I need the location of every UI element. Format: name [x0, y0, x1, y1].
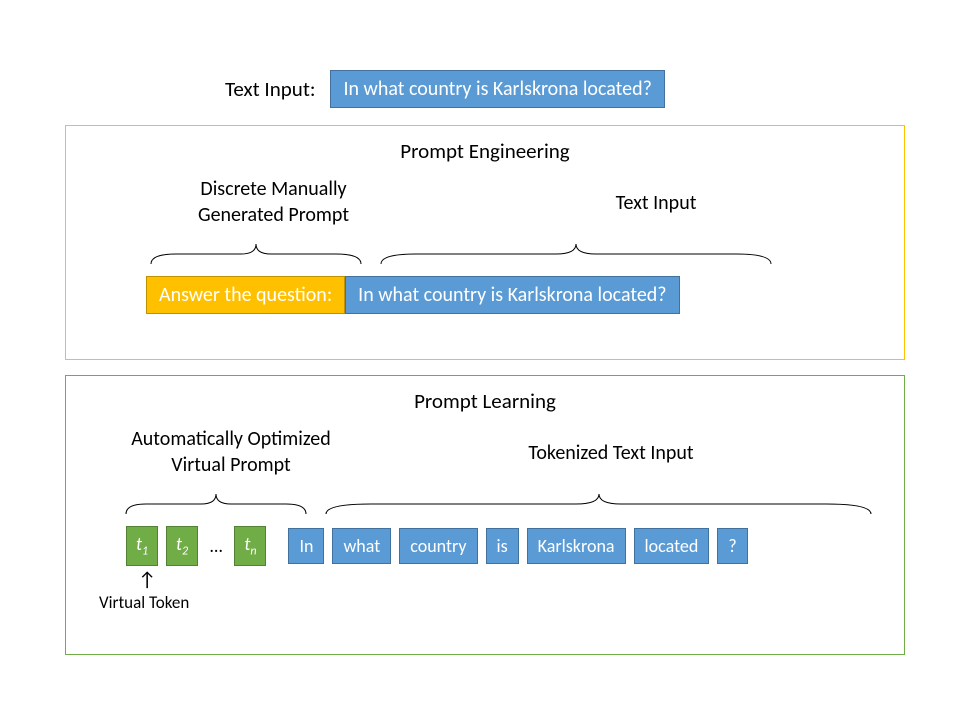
brace-icon: [121, 486, 311, 516]
virtual-token-arrow-label: Virtual Token: [99, 592, 189, 613]
tokenized-input-label: Tokenized Text Input: [436, 440, 786, 466]
token-qmark: ?: [717, 528, 747, 564]
text-input-question: In what country is Karlskrona located?: [330, 70, 664, 108]
virtual-token-t2: t2: [166, 526, 198, 566]
text-input-box: In what country is Karlskrona located?: [345, 276, 679, 314]
text-input-sublabel: Text Input: [506, 190, 806, 216]
discrete-prompt-label-line1: Discrete Manually: [200, 177, 346, 201]
prompt-engineering-panel: Prompt Engineering Discrete Manually Gen…: [65, 125, 905, 360]
virtual-token-tn: tn: [234, 526, 266, 566]
prompt-learning-panel: Prompt Learning Automatically Optimized …: [65, 375, 905, 655]
token-located: located: [634, 528, 710, 564]
discrete-prompt-label-line2: Generated Prompt: [198, 203, 349, 227]
virtual-prompt-label: Automatically Optimized Virtual Prompt: [106, 426, 356, 478]
brace-icon: [321, 486, 876, 516]
arrow-up-icon: ↑: [138, 568, 156, 592]
token-karlskrona: Karlskrona: [527, 528, 626, 564]
brace-icon: [376, 236, 776, 266]
ellipsis: …: [206, 535, 226, 557]
virtual-token-t1: t1: [126, 526, 158, 566]
prompt-learning-title: Prompt Learning: [66, 388, 904, 414]
token-country: country: [399, 528, 477, 564]
prompt-engineering-title: Prompt Engineering: [66, 138, 904, 164]
brace-icon: [146, 236, 366, 266]
pe-row: Answer the question: In what country is …: [146, 276, 680, 314]
discrete-prompt-label: Discrete Manually Generated Prompt: [146, 176, 401, 228]
token-what: what: [332, 528, 391, 564]
discrete-prompt-box: Answer the question:: [146, 276, 345, 314]
token-in: In: [288, 528, 324, 564]
text-input-label: Text Input:: [225, 76, 315, 102]
token-is: is: [486, 528, 519, 564]
text-input-header: Text Input: In what country is Karlskron…: [225, 70, 665, 108]
pl-row: t1 t2 … tn In what country is Karlskrona…: [126, 526, 748, 566]
virtual-prompt-label-line1: Automatically Optimized: [131, 427, 331, 451]
virtual-prompt-label-line2: Virtual Prompt: [171, 453, 290, 477]
